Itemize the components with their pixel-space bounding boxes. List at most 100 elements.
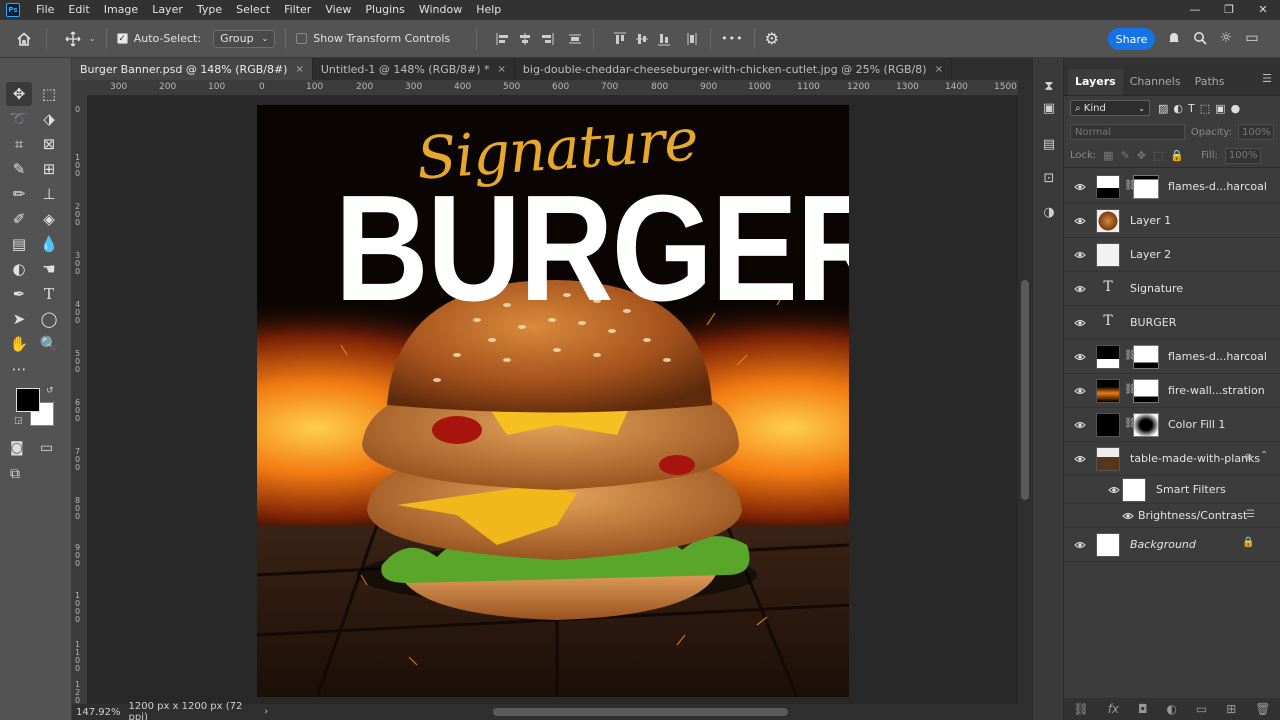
mask-thumbnail[interactable] xyxy=(1133,175,1159,199)
type-tool-icon[interactable]: T xyxy=(36,282,62,306)
eye-icon[interactable] xyxy=(1074,181,1086,193)
home-icon[interactable] xyxy=(12,27,36,51)
horizontal-ruler[interactable]: 300 200 100 0 100 200 300 400 500 600 70… xyxy=(88,80,1018,96)
tab-untitled[interactable]: Untitled-1 @ 148% (RGB/8#) * × xyxy=(313,58,515,80)
close-icon[interactable]: ✕ xyxy=(1246,0,1280,20)
close-icon[interactable]: × xyxy=(295,64,303,75)
eye-icon[interactable] xyxy=(1074,539,1086,551)
foreground-color-swatch[interactable] xyxy=(16,388,40,412)
filter-mask-thumbnail[interactable] xyxy=(1122,478,1146,502)
chevron-right-icon[interactable]: › xyxy=(264,707,268,717)
align-top-icon[interactable] xyxy=(612,31,628,47)
menu-window[interactable]: Window xyxy=(412,0,469,20)
history-icon[interactable]: ⧗ xyxy=(1041,78,1057,94)
eye-icon[interactable] xyxy=(1074,351,1086,363)
mask-thumbnail[interactable] xyxy=(1133,345,1159,369)
move-tool-icon[interactable] xyxy=(65,31,81,47)
layer-row[interactable]: Brightness/Contrast ☰ xyxy=(1064,504,1280,528)
menu-image[interactable]: Image xyxy=(97,0,145,20)
blur-tool-icon[interactable]: 💧 xyxy=(36,232,62,256)
tab-layers[interactable]: Layers xyxy=(1068,69,1123,95)
share-screen-icon[interactable]: ⧉ xyxy=(10,466,20,482)
lock-all-icon[interactable]: 🔒 xyxy=(1170,149,1184,162)
brush-tool-icon[interactable]: ✏ xyxy=(6,182,32,206)
filter-options-icon[interactable]: ☰ xyxy=(1246,509,1255,520)
close-icon[interactable]: × xyxy=(498,64,506,75)
scroll-thumb[interactable] xyxy=(493,708,788,716)
smudge-tool-icon[interactable]: ☚ xyxy=(36,257,62,281)
swap-colors-icon[interactable]: ↺ xyxy=(46,386,54,396)
eye-icon[interactable] xyxy=(1074,215,1086,227)
panel-menu-icon[interactable]: ☰ xyxy=(1262,72,1272,85)
adjustment-layer-icon[interactable]: ◐ xyxy=(1166,702,1176,716)
add-mask-icon[interactable]: ◘ xyxy=(1138,702,1148,716)
layer-row[interactable]: Layer 1 xyxy=(1064,204,1280,238)
dodge-tool-icon[interactable]: ◐ xyxy=(6,257,32,281)
mask-thumbnail[interactable] xyxy=(1133,379,1159,403)
menu-help[interactable]: Help xyxy=(469,0,508,20)
layer-row[interactable]: Layer 2 xyxy=(1064,238,1280,272)
eye-icon[interactable] xyxy=(1074,283,1086,295)
comments-icon[interactable]: ▣ xyxy=(1041,100,1057,116)
transform-controls-checkbox[interactable] xyxy=(296,33,308,44)
kind-filter-dropdown[interactable]: ⌕ Kind ⌄ xyxy=(1070,100,1150,116)
blend-mode-dropdown[interactable]: Normal xyxy=(1070,124,1185,140)
hand-tool-icon[interactable]: ✋ xyxy=(6,332,32,356)
auto-select-checkbox[interactable]: ✓ xyxy=(116,33,128,44)
menu-layer[interactable]: Layer xyxy=(145,0,190,20)
clone-stamp-icon[interactable]: ⊥ xyxy=(36,182,62,206)
ellipse-tool-icon[interactable]: ◯ xyxy=(36,307,62,331)
bell-icon[interactable] xyxy=(1166,28,1182,48)
close-icon[interactable]: × xyxy=(935,64,943,75)
lock-position-icon[interactable]: ✥ xyxy=(1137,149,1146,162)
document-canvas[interactable]: BURGER Signature xyxy=(257,105,849,697)
menu-type[interactable]: Type xyxy=(190,0,229,20)
fill-input[interactable]: 100% xyxy=(1224,147,1261,164)
new-group-icon[interactable]: ▭ xyxy=(1196,702,1207,716)
layer-row[interactable]: Background 🔒 xyxy=(1064,528,1280,562)
layer-row[interactable]: Smart Filters xyxy=(1064,476,1280,504)
eye-icon[interactable] xyxy=(1108,484,1120,496)
eye-icon[interactable] xyxy=(1074,249,1086,261)
crop-tool-icon[interactable]: ⌗ xyxy=(6,132,32,156)
lock-pixels-icon[interactable]: ✎ xyxy=(1121,149,1130,162)
distribute-icon[interactable] xyxy=(567,31,583,47)
libraries-icon[interactable]: ▤ xyxy=(1041,136,1057,152)
align-bottom-icon[interactable] xyxy=(656,31,672,47)
smart-filter-icon[interactable]: ▣ xyxy=(1215,102,1225,115)
layer-row[interactable]: T BURGER xyxy=(1064,306,1280,340)
opacity-input[interactable]: 100% xyxy=(1238,124,1274,140)
menu-view[interactable]: View xyxy=(318,0,358,20)
properties-icon[interactable]: ⊡ xyxy=(1041,170,1057,186)
more-tools-icon[interactable]: ⋯ xyxy=(6,357,32,381)
gradient-tool-icon[interactable]: ▤ xyxy=(6,232,32,256)
workspace-icon[interactable]: ▭ xyxy=(1244,28,1260,48)
adjustments-icon[interactable]: ◑ xyxy=(1041,204,1057,220)
object-select-tool-icon[interactable]: ⬗ xyxy=(36,107,62,131)
scroll-thumb[interactable] xyxy=(1021,280,1029,500)
type-filter-icon[interactable]: T xyxy=(1188,102,1195,115)
frame-tool-icon[interactable]: ⊠ xyxy=(36,132,62,156)
horizontal-scrollbar[interactable] xyxy=(268,704,1032,720)
vertical-scrollbar[interactable] xyxy=(1018,80,1032,704)
chevron-down-icon[interactable]: ⌄ xyxy=(89,34,96,43)
shape-filter-icon[interactable]: ⬚ xyxy=(1200,102,1210,115)
share-button[interactable]: Share xyxy=(1108,28,1155,50)
restore-icon[interactable]: ❐ xyxy=(1212,0,1246,20)
history-brush-icon[interactable]: ✐ xyxy=(6,207,32,231)
quick-mask-icon[interactable]: ◙ xyxy=(10,440,24,456)
adjustment-filter-icon[interactable]: ◐ xyxy=(1173,102,1183,115)
menu-edit[interactable]: Edit xyxy=(61,0,96,20)
eraser-tool-icon[interactable]: ◈ xyxy=(36,207,62,231)
more-options-button[interactable]: ••• xyxy=(721,32,743,45)
move-tool-icon[interactable]: ✥ xyxy=(6,82,32,106)
mask-thumbnail[interactable] xyxy=(1133,413,1159,437)
eye-icon[interactable] xyxy=(1074,453,1086,465)
menu-select[interactable]: Select xyxy=(229,0,277,20)
layer-row[interactable]: ⛓ flames-d...harcoal xyxy=(1064,340,1280,374)
layer-row[interactable]: table-made-with-planks ⊕ ⌃ xyxy=(1064,442,1280,476)
align-middle-icon[interactable] xyxy=(634,31,650,47)
tab-burger-banner[interactable]: Burger Banner.psd @ 148% (RGB/8#) × xyxy=(72,58,313,80)
eye-icon[interactable] xyxy=(1074,419,1086,431)
tab-paths[interactable]: Paths xyxy=(1188,69,1232,95)
